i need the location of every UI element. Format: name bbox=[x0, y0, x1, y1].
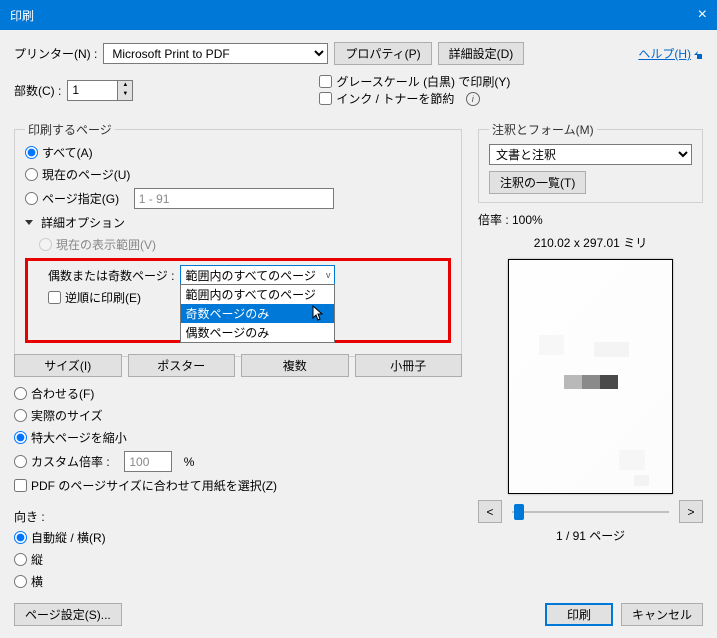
pages-to-print-group: 印刷するページ すべて(A) 現在のページ(U) ページ指定(G) 詳細オプショ… bbox=[14, 121, 462, 357]
radio-portrait[interactable] bbox=[14, 553, 27, 566]
radio-shrink[interactable] bbox=[14, 431, 27, 444]
grayscale-label: グレースケール (白黒) で印刷(Y) bbox=[336, 73, 510, 90]
page-dimensions: 210.02 x 297.01 ミリ bbox=[478, 234, 703, 251]
spin-up-icon[interactable]: ▲ bbox=[118, 81, 132, 91]
dropdown-option-selected[interactable]: 奇数ページのみ bbox=[181, 304, 334, 323]
copies-label: 部数(C) : bbox=[14, 82, 61, 99]
advanced-settings-button[interactable]: 詳細設定(D) bbox=[438, 42, 525, 65]
annotations-legend: 注釈とフォーム(M) bbox=[489, 121, 597, 138]
pages-legend: 印刷するページ bbox=[25, 121, 115, 138]
help-link[interactable]: ヘルプ(H) bbox=[638, 45, 703, 62]
properties-button[interactable]: プロパティ(P) bbox=[334, 42, 431, 65]
copies-spinner[interactable]: ▲▼ bbox=[67, 80, 133, 101]
custom-scale-input[interactable] bbox=[124, 451, 172, 472]
tab-poster[interactable]: ポスター bbox=[128, 354, 236, 377]
info-icon[interactable]: i bbox=[466, 92, 480, 106]
tab-booklet[interactable]: 小冊子 bbox=[355, 354, 463, 377]
dialog-title: 印刷 bbox=[10, 7, 34, 24]
zoom-label: 倍率 : 100% bbox=[478, 211, 703, 228]
choose-paper-checkbox[interactable] bbox=[14, 479, 27, 492]
printer-select[interactable]: Microsoft Print to PDF bbox=[103, 43, 328, 64]
radio-actual[interactable] bbox=[14, 409, 27, 422]
page-preview bbox=[508, 259, 673, 494]
radio-all[interactable] bbox=[25, 146, 38, 159]
radio-custom-scale[interactable] bbox=[14, 455, 27, 468]
preview-area: 倍率 : 100% 210.02 x 297.01 ミリ < > bbox=[478, 211, 703, 544]
page-slider[interactable] bbox=[508, 502, 673, 522]
radio-fit[interactable] bbox=[14, 387, 27, 400]
radio-current-view bbox=[39, 238, 52, 251]
radio-range[interactable] bbox=[25, 192, 38, 205]
printer-label: プリンター(N) : bbox=[14, 45, 97, 62]
copies-input[interactable] bbox=[67, 80, 117, 101]
page-indicator: 1 / 91 ページ bbox=[478, 527, 703, 544]
spin-down-icon[interactable]: ▼ bbox=[118, 90, 132, 100]
next-page-button[interactable]: > bbox=[679, 500, 703, 523]
chevron-down-icon[interactable] bbox=[25, 220, 33, 225]
odd-even-label: 偶数または奇数ページ : bbox=[48, 267, 174, 284]
grayscale-checkbox[interactable] bbox=[319, 75, 332, 88]
close-icon[interactable]: × bbox=[698, 6, 707, 24]
dropdown-option[interactable]: 偶数ページのみ bbox=[181, 323, 334, 342]
print-button[interactable]: 印刷 bbox=[545, 603, 613, 626]
highlight-annotation: 偶数または奇数ページ : 範囲内のすべてのページ v 範囲内のすべてのページ 奇… bbox=[25, 258, 451, 343]
radio-auto-orient[interactable] bbox=[14, 531, 27, 544]
odd-even-select[interactable]: 範囲内のすべてのページ v bbox=[180, 265, 335, 285]
sizing-tabs: サイズ(I) ポスター 複数 小冊子 bbox=[14, 354, 462, 377]
dropdown-option[interactable]: 範囲内のすべてのページ bbox=[181, 285, 334, 304]
advanced-options-label[interactable]: 詳細オプション bbox=[41, 214, 125, 231]
orientation-legend: 向き : bbox=[14, 508, 462, 525]
tab-multiple[interactable]: 複数 bbox=[241, 354, 349, 377]
annotations-group: 注釈とフォーム(M) 文書と注釈 注釈の一覧(T) bbox=[478, 121, 703, 203]
cursor-icon bbox=[312, 305, 326, 323]
chevron-down-icon: v bbox=[326, 270, 331, 280]
radio-current[interactable] bbox=[25, 168, 38, 181]
odd-even-dropdown-list: 範囲内のすべてのページ 奇数ページのみ 偶数ページのみ bbox=[180, 284, 335, 343]
tab-size[interactable]: サイズ(I) bbox=[14, 354, 122, 377]
cancel-button[interactable]: キャンセル bbox=[621, 603, 703, 626]
prev-page-button[interactable]: < bbox=[478, 500, 502, 523]
page-setup-button[interactable]: ページ設定(S)... bbox=[14, 603, 122, 626]
save-ink-label: インク / トナーを節約 bbox=[336, 90, 454, 107]
radio-landscape[interactable] bbox=[14, 575, 27, 588]
annotations-select[interactable]: 文書と注釈 bbox=[489, 144, 692, 165]
reverse-order-checkbox[interactable] bbox=[48, 291, 61, 304]
page-range-input[interactable] bbox=[134, 188, 334, 209]
annotation-list-button[interactable]: 注釈の一覧(T) bbox=[489, 171, 586, 194]
save-ink-checkbox[interactable] bbox=[319, 92, 332, 105]
